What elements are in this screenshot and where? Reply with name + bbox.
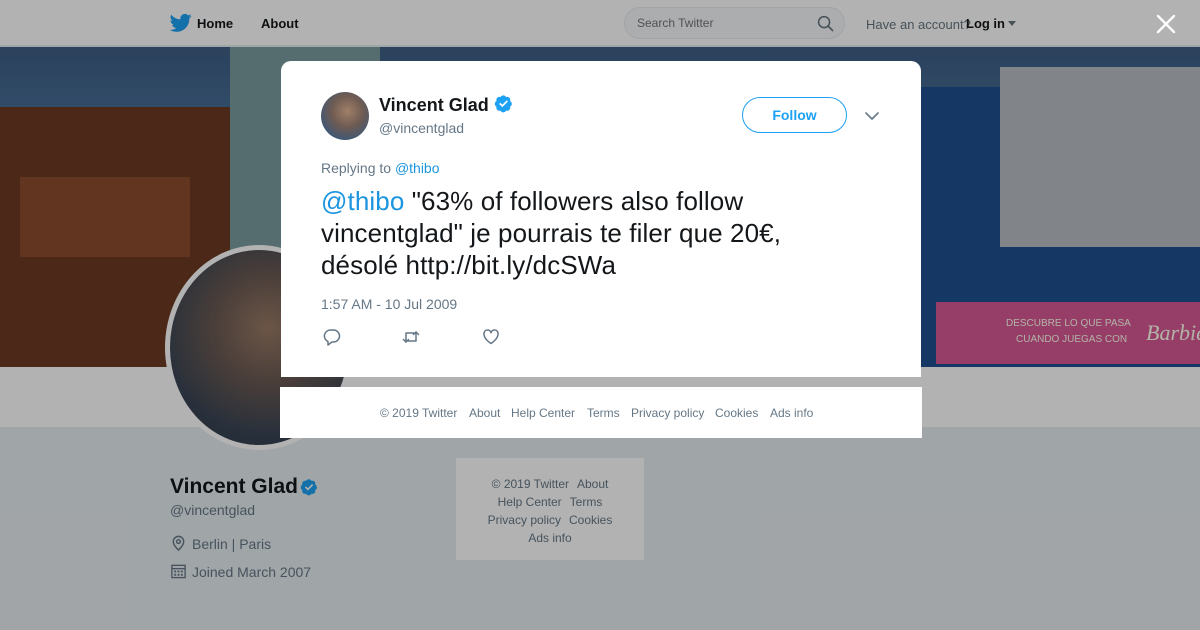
- replying-prefix: Replying to: [321, 160, 392, 176]
- tweet-author-handle[interactable]: @vincentglad: [379, 120, 464, 136]
- replying-to-link[interactable]: @thibo: [395, 160, 440, 176]
- tweet-timestamp[interactable]: 1:57 AM - 10 Jul 2009: [321, 296, 457, 312]
- close-icon[interactable]: [1156, 14, 1176, 34]
- tweet-author-avatar[interactable]: [321, 92, 369, 140]
- reply-icon[interactable]: [323, 328, 341, 346]
- tweet-author-name[interactable]: Vincent Glad: [379, 95, 489, 116]
- tweet-mention-link[interactable]: @thibo: [321, 186, 404, 216]
- modal-footer: © 2019 Twitter About Help Center Terms P…: [280, 387, 922, 438]
- footer-link[interactable]: Cookies: [715, 406, 758, 420]
- footer-link[interactable]: © 2019 Twitter: [380, 406, 457, 420]
- like-icon[interactable]: [482, 328, 500, 346]
- footer-link[interactable]: Ads info: [770, 406, 813, 420]
- footer-link[interactable]: Privacy policy: [631, 406, 704, 420]
- footer-link[interactable]: About: [469, 406, 500, 420]
- retweet-icon[interactable]: [402, 328, 420, 346]
- follow-button[interactable]: Follow: [742, 97, 847, 133]
- footer-link[interactable]: Help Center: [511, 406, 575, 420]
- tweet-modal: Vincent Glad @vincentglad Follow Replyin…: [281, 61, 921, 377]
- tweet-text: @thibo "63% of followers also follow vin…: [321, 185, 861, 281]
- footer-link[interactable]: Terms: [587, 406, 620, 420]
- verified-badge-icon: [494, 95, 512, 113]
- replying-to: Replying to @thibo: [321, 160, 440, 176]
- chevron-down-icon[interactable]: [864, 108, 880, 124]
